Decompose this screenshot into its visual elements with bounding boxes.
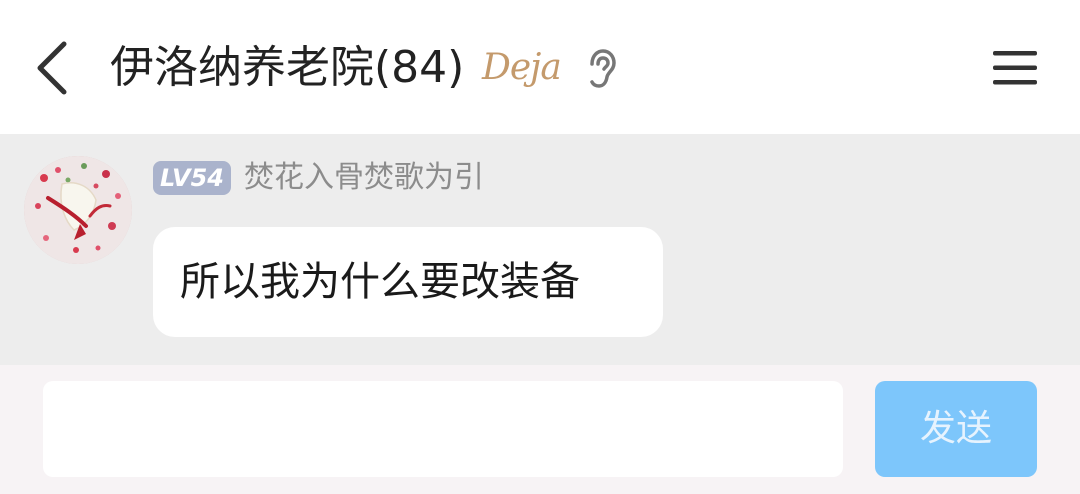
message-text: 所以我为什么要改装备 bbox=[180, 259, 580, 305]
message-input[interactable] bbox=[43, 381, 843, 477]
chevron-left-icon bbox=[37, 41, 67, 95]
deja-badge: Deja bbox=[482, 47, 562, 88]
sender-nickname[interactable]: 焚花入骨焚歌为引 bbox=[244, 158, 484, 198]
avatar-image bbox=[24, 156, 132, 264]
message-list[interactable]: LV54 焚花入骨焚歌为引 所以我为什么要改装备 bbox=[0, 134, 1080, 365]
message-bubble[interactable]: 所以我为什么要改装备 bbox=[153, 227, 663, 337]
hamburger-menu-icon bbox=[993, 51, 1037, 85]
composer-bar: 发送 bbox=[0, 365, 1080, 494]
menu-button[interactable] bbox=[992, 48, 1038, 88]
chat-header: 伊洛纳养老院(84) Deja bbox=[0, 0, 1080, 134]
level-badge: LV54 bbox=[153, 161, 231, 195]
ear-icon[interactable] bbox=[584, 48, 618, 90]
back-button[interactable] bbox=[30, 38, 74, 98]
avatar[interactable] bbox=[24, 156, 132, 264]
send-button[interactable]: 发送 bbox=[875, 381, 1037, 477]
group-title: 伊洛纳养老院(84) bbox=[110, 42, 465, 93]
